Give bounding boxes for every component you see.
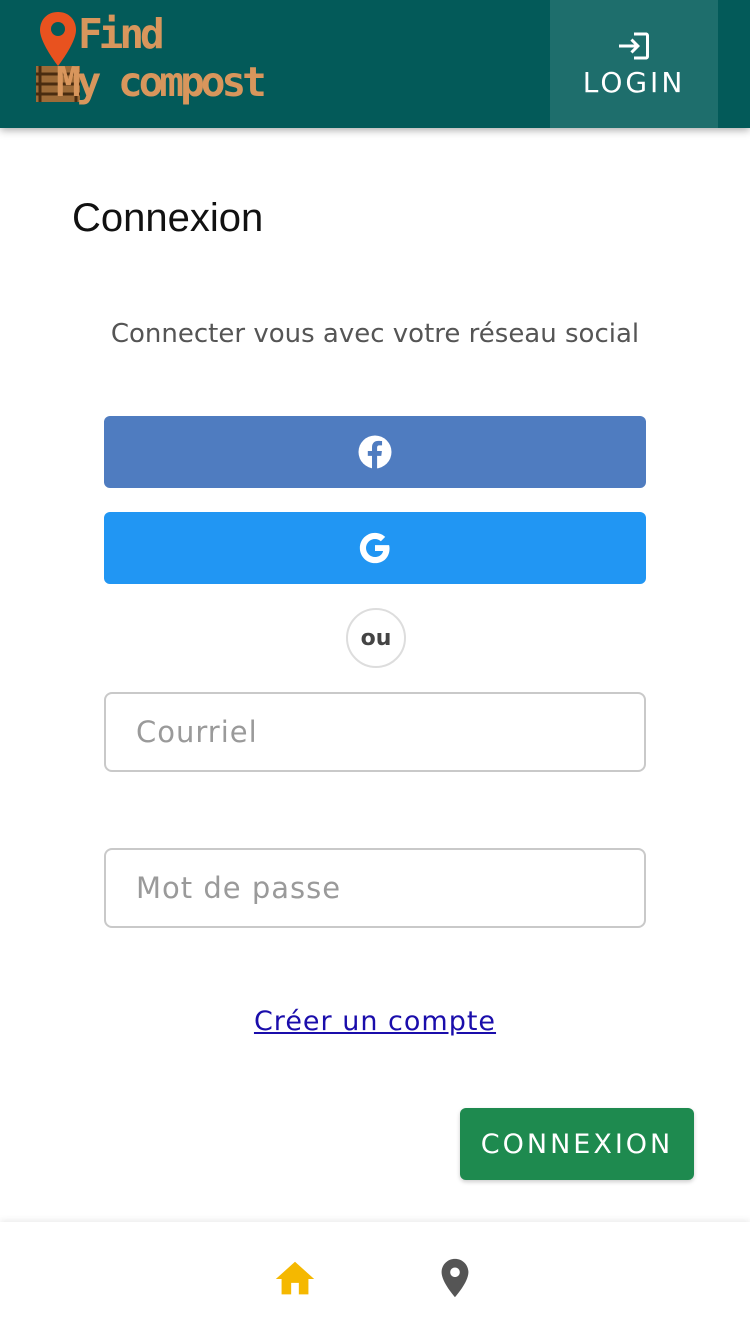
page-title: Connexion — [72, 196, 264, 240]
facebook-login-button[interactable] — [104, 416, 646, 488]
social-login-caption: Connecter vous avec votre réseau social — [110, 319, 640, 349]
app-bar: Find My compost LOGIN — [0, 0, 750, 128]
logo-text-line1: Find — [78, 10, 165, 58]
google-login-button[interactable] — [104, 512, 646, 584]
logo-text-line2: My compost — [56, 58, 267, 106]
create-account-link[interactable]: Créer un compte — [104, 1006, 646, 1037]
password-field[interactable] — [104, 848, 646, 928]
map-pin-icon[interactable] — [432, 1254, 478, 1302]
facebook-icon — [358, 435, 392, 469]
or-divider: ou — [346, 608, 406, 668]
home-icon[interactable] — [272, 1256, 318, 1302]
login-button[interactable]: LOGIN — [550, 0, 718, 128]
bottom-navigation — [0, 1222, 750, 1334]
google-icon — [359, 532, 390, 564]
logo[interactable]: Find My compost — [34, 8, 274, 108]
email-field[interactable] — [104, 692, 646, 772]
login-label: LOGIN — [582, 66, 686, 99]
connexion-submit-button[interactable]: CONNEXION — [460, 1108, 694, 1180]
login-icon — [619, 32, 649, 60]
